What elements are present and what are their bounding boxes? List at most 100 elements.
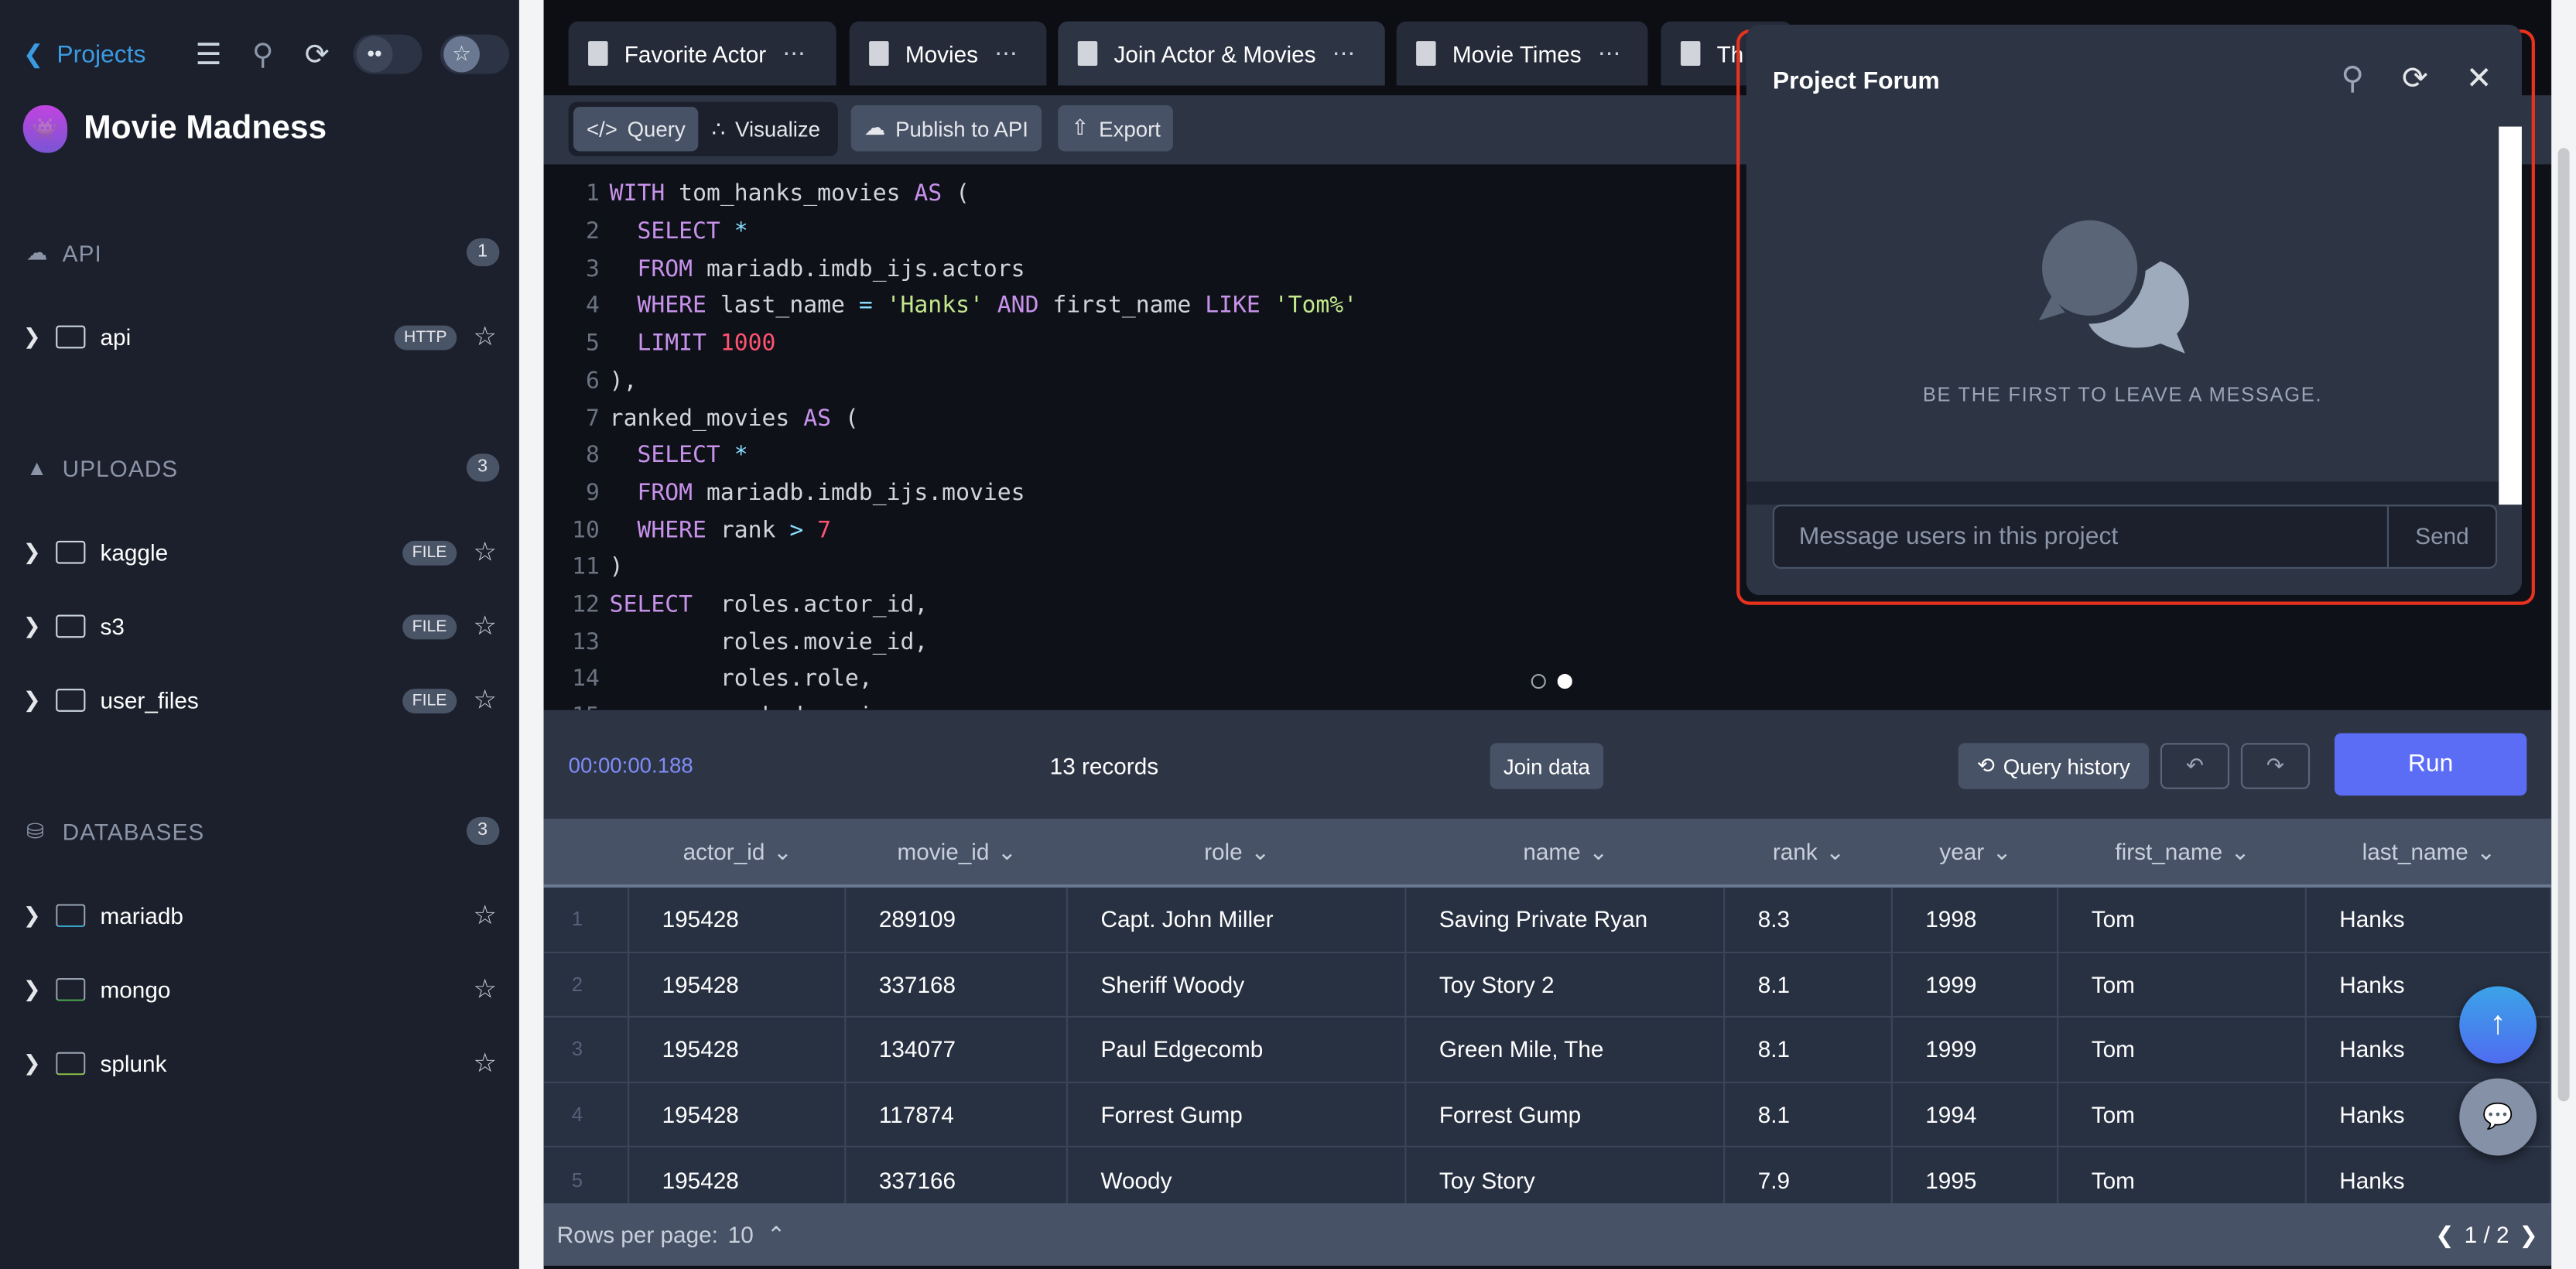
column-header-role[interactable]: role ⌄: [1068, 819, 1406, 884]
tree-item-kaggle[interactable]: ❯ kaggle FILE ☆: [23, 536, 500, 569]
chevron-right-icon[interactable]: ❯: [23, 687, 43, 713]
tab-join-actor-movies[interactable]: Join Actor & Movies ⋯: [1058, 21, 1385, 86]
tab-favorite-actor[interactable]: Favorite Actor ⋯: [568, 21, 836, 86]
scrollbar-thumb[interactable]: [2557, 148, 2570, 1102]
table-cell: Toy Story 2: [1406, 953, 1726, 1017]
line-number: 2: [586, 218, 600, 245]
close-icon[interactable]: ✕: [2466, 61, 2492, 99]
more-icon[interactable]: ⋯: [1332, 39, 1357, 67]
table-cell: Hanks: [2307, 888, 2552, 952]
chevron-down-icon[interactable]: ⌄: [1825, 837, 1845, 865]
editor-page-dot[interactable]: [1531, 674, 1546, 689]
chevron-down-icon[interactable]: ⌄: [1250, 837, 1270, 865]
code-token: ranked_movies.name,: [610, 704, 984, 710]
table-row[interactable]: 2 195428 337168 Sheriff Woody Toy Story 2 8.1…: [543, 953, 2552, 1018]
export-button[interactable]: ⇧ Export: [1058, 104, 1174, 152]
tree-item-mariadb[interactable]: ❯ mariadb ☆: [23, 899, 500, 932]
chevron-right-icon[interactable]: ❯: [23, 613, 43, 639]
table-cell: Tom: [2058, 953, 2307, 1017]
run-button[interactable]: Run: [2334, 733, 2527, 796]
star-icon[interactable]: ☆: [473, 320, 499, 353]
forum-title: Project Forum: [1772, 67, 1940, 96]
query-mode-button[interactable]: </> Query: [573, 107, 699, 152]
star-icon[interactable]: ☆: [473, 1047, 499, 1079]
editor-page-dot[interactable]: [1557, 674, 1572, 689]
search-icon[interactable]: ⚲: [245, 37, 281, 72]
column-header-name[interactable]: name ⌄: [1406, 819, 1725, 884]
forum-scrollbar[interactable]: [2499, 126, 2522, 505]
query-history-button[interactable]: ⟲ Query history: [1958, 743, 2150, 789]
tab-movie-times[interactable]: Movie Times ⋯: [1396, 21, 1648, 86]
chevron-down-icon[interactable]: ⌄: [1993, 837, 2012, 865]
rows-per-page-select[interactable]: 10: [728, 1221, 754, 1247]
tree-item-user-files[interactable]: ❯ user_files FILE ☆: [23, 684, 500, 717]
visualize-mode-button[interactable]: ∴ Visualize: [699, 107, 833, 151]
back-to-projects-link[interactable]: ❮ Projects: [23, 39, 146, 69]
column-header-rank[interactable]: rank ⌄: [1725, 819, 1893, 884]
table-cell: 1998: [1893, 888, 2059, 952]
tree-item-s3[interactable]: ❯ s3 FILE ☆: [23, 610, 500, 642]
chevron-down-icon[interactable]: ⌄: [1589, 837, 1608, 865]
chevron-right-icon[interactable]: ❯: [23, 1050, 43, 1076]
tree-item-splunk[interactable]: ❯ splunk ☆: [23, 1047, 500, 1079]
next-page-icon[interactable]: ❯: [2519, 1220, 2538, 1248]
column-header-last-name[interactable]: last_name ⌄: [2307, 819, 2551, 884]
section-databases[interactable]: ⛁ DATABASES 3: [26, 816, 500, 845]
star-icon[interactable]: ☆: [473, 610, 499, 642]
column-header-year[interactable]: year ⌄: [1893, 819, 2058, 884]
search-icon[interactable]: ⚲: [2341, 61, 2364, 99]
undo-button[interactable]: ↶: [2160, 743, 2230, 789]
more-icon[interactable]: ⋯: [782, 39, 807, 67]
send-button[interactable]: Send: [2386, 506, 2496, 567]
open-chat-button[interactable]: 💬: [2459, 1078, 2537, 1156]
refresh-icon[interactable]: ⟳: [299, 37, 335, 72]
tree-item-mongo[interactable]: ❯ mongo ☆: [23, 973, 500, 1006]
star-icon[interactable]: ☆: [473, 899, 499, 932]
column-header-first-name[interactable]: first_name ⌄: [2058, 819, 2307, 884]
prev-page-icon[interactable]: ❮: [2435, 1220, 2455, 1248]
chevron-right-icon[interactable]: ❯: [23, 324, 43, 351]
tree-item-api[interactable]: ❯ api HTTP ☆: [23, 320, 500, 353]
chevron-right-icon[interactable]: ❯: [23, 539, 43, 566]
chevron-right-icon[interactable]: ❯: [23, 902, 43, 929]
star-icon[interactable]: ☆: [473, 684, 499, 717]
favorites-toggle[interactable]: ☆: [440, 34, 510, 74]
star-icon[interactable]: ☆: [473, 536, 499, 569]
line-number: 15: [544, 704, 610, 710]
code-token: 7: [817, 517, 832, 544]
line-number: 1: [586, 181, 600, 208]
join-data-button[interactable]: Join data: [1490, 743, 1604, 789]
column-header-actor-id[interactable]: actor_id ⌄: [629, 819, 846, 884]
page-scrollbar[interactable]: [2551, 0, 2576, 1269]
line-number: 13: [572, 629, 600, 656]
table-row[interactable]: 3 195428 134077 Paul Edgecomb Green Mile, Th…: [543, 1018, 2552, 1083]
table-row[interactable]: 1 195428 289109 Capt. John Miller Saving Pri…: [543, 888, 2552, 953]
chevron-down-icon[interactable]: ⌄: [2476, 837, 2496, 865]
refresh-icon[interactable]: ⟳: [2402, 61, 2428, 99]
redo-button[interactable]: ↷: [2240, 743, 2311, 789]
column-header-movie-id[interactable]: movie_id ⌄: [846, 819, 1068, 884]
code-line: 8 SELECT *: [544, 437, 748, 474]
more-icon[interactable]: ⋯: [1598, 39, 1623, 67]
message-input[interactable]: [1774, 506, 2387, 567]
more-icon[interactable]: ⋯: [994, 39, 1019, 67]
scroll-to-top-button[interactable]: ↑: [2459, 986, 2537, 1064]
footsteps-toggle[interactable]: ••: [353, 34, 422, 74]
record-count: 13 records: [1049, 752, 1159, 779]
column-label: first_name: [2115, 838, 2223, 865]
table-row[interactable]: 4 195428 117874 Forrest Gump Forrest Gump 8.1…: [543, 1083, 2552, 1148]
divider: [1746, 481, 2499, 505]
star-icon[interactable]: ☆: [473, 973, 499, 1006]
document-icon: [1077, 41, 1098, 66]
publish-to-api-button[interactable]: ☁ Publish to API: [850, 104, 1042, 152]
filter-sliders-icon[interactable]: ☰: [190, 37, 227, 72]
tab-movies[interactable]: Movies ⋯: [849, 21, 1047, 86]
chevron-down-icon[interactable]: ⌄: [773, 837, 792, 865]
chevron-down-icon[interactable]: ⌄: [2231, 837, 2250, 865]
chevron-right-icon[interactable]: ❯: [23, 977, 43, 1003]
chevron-up-icon[interactable]: ⌃: [767, 1220, 786, 1248]
code-token: =: [858, 293, 887, 320]
chevron-down-icon[interactable]: ⌄: [997, 837, 1017, 865]
section-api[interactable]: ☁ API 1: [26, 238, 500, 267]
section-uploads[interactable]: ▲ UPLOADS 3: [26, 453, 500, 482]
